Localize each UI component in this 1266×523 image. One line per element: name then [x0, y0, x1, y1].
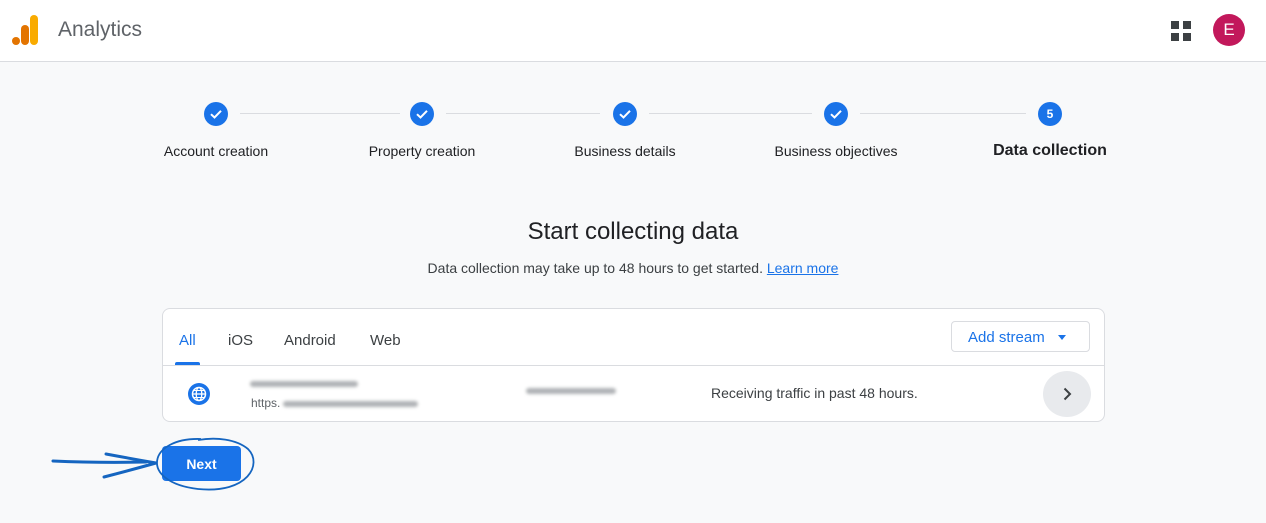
- add-stream-button[interactable]: Add stream: [951, 321, 1090, 352]
- page-subtitle: Data collection may take up to 48 hours …: [0, 260, 1266, 276]
- app-title: Analytics: [58, 18, 143, 41]
- step-label-business-objectives: Business objectives: [774, 143, 898, 159]
- hand-drawn-annotation: [51, 437, 255, 491]
- redacted-stream-name: [250, 381, 358, 387]
- stream-url: https.: [251, 396, 281, 410]
- check-icon: [830, 110, 842, 119]
- chevron-right-icon: [1063, 387, 1072, 401]
- learn-more-link[interactable]: Learn more: [767, 260, 839, 276]
- redacted-stream-url: [283, 401, 418, 407]
- tab-all[interactable]: All: [179, 332, 196, 349]
- step-label-business-details: Business details: [574, 143, 676, 159]
- dropdown-arrow-icon: [1058, 335, 1066, 340]
- globe-icon: [188, 383, 210, 405]
- step-label-account-creation: Account creation: [163, 143, 269, 159]
- step-connector: [446, 113, 600, 114]
- step-4-complete: [824, 102, 848, 126]
- open-stream-button[interactable]: [1043, 371, 1091, 417]
- step-label-property-creation: Property creation: [368, 143, 476, 159]
- step-connector: [240, 113, 400, 114]
- stream-platform-tabs: All iOS Android Web Add stream: [163, 309, 1104, 366]
- step-connector: [649, 113, 812, 114]
- check-icon: [619, 110, 631, 119]
- step-label-data-collection: Data collection: [993, 142, 1107, 159]
- analytics-logo-icon[interactable]: [12, 15, 40, 45]
- redacted-stream-id: [526, 388, 616, 394]
- data-stream-row[interactable]: https. Receiving traffic in past 48 hour…: [163, 366, 1104, 421]
- avatar[interactable]: E: [1213, 14, 1245, 46]
- add-stream-label: Add stream: [968, 329, 1045, 346]
- check-icon: [210, 110, 222, 119]
- step-3-complete: [613, 102, 637, 126]
- step-connector: [860, 113, 1026, 114]
- step-5-current: 5: [1038, 102, 1062, 126]
- tab-web[interactable]: Web: [370, 332, 401, 349]
- page-title: Start collecting data: [527, 218, 739, 245]
- apps-grid-icon[interactable]: [1170, 20, 1192, 42]
- step-1-complete: [204, 102, 228, 126]
- tab-android[interactable]: Android: [284, 332, 336, 349]
- top-app-bar: Analytics E: [0, 0, 1266, 62]
- check-icon: [416, 110, 428, 119]
- stream-status: Receiving traffic in past 48 hours.: [711, 385, 918, 401]
- tab-ios[interactable]: iOS: [228, 332, 253, 349]
- data-streams-card: All iOS Android Web Add stream https. Re…: [162, 308, 1105, 422]
- subtitle-text: Data collection may take up to 48 hours …: [427, 260, 763, 276]
- active-tab-indicator: [175, 362, 200, 365]
- step-2-complete: [410, 102, 434, 126]
